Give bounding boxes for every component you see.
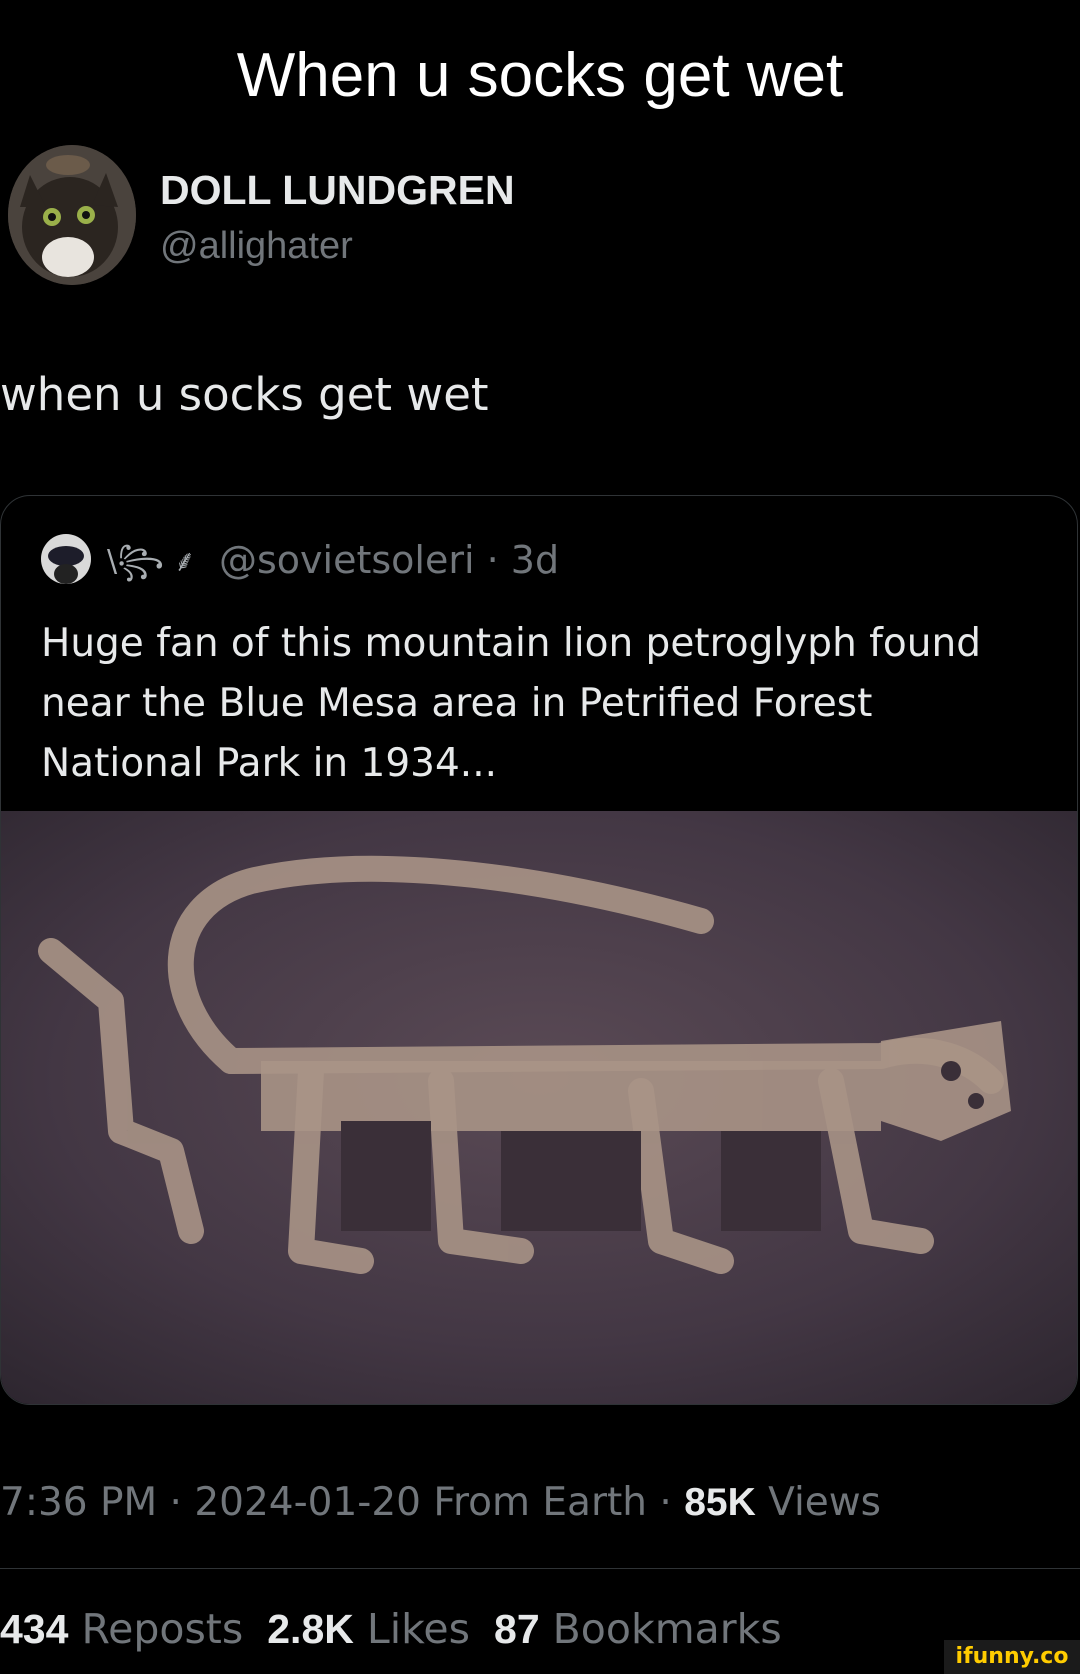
ifunny-watermark: ifunny.co bbox=[944, 1640, 1080, 1674]
time-date-source: 7:36 PM · 2024-01-20 From Earth · bbox=[0, 1480, 685, 1525]
handle-emoji-decoration: \꧂ ⸙ bbox=[107, 544, 197, 579]
views-count: 85K bbox=[684, 1481, 756, 1524]
author-display-name[interactable]: DOLL LUNDGREN bbox=[160, 167, 515, 214]
likes-count: 2.8K bbox=[267, 1606, 354, 1652]
petroglyph-photo[interactable] bbox=[1, 811, 1077, 1404]
bookmarks-label: Bookmarks bbox=[552, 1605, 782, 1653]
user-avatar-icon[interactable] bbox=[41, 534, 91, 584]
reposts-count: 434 bbox=[0, 1606, 69, 1652]
divider bbox=[0, 1568, 1080, 1569]
likes-label: Likes bbox=[366, 1605, 471, 1653]
reposts-label: Reposts bbox=[81, 1605, 244, 1653]
quoted-text-line: Huge fan of this mountain lion petroglyp… bbox=[41, 621, 981, 666]
quoted-tweet-text: Huge fan of this mountain lion petroglyp… bbox=[41, 614, 1041, 794]
tweet-author: DOLL LUNDGREN @allighater bbox=[0, 145, 1080, 285]
engagement-stats: 434 Reposts 2.8K Likes 87 Bookmarks bbox=[0, 1605, 782, 1653]
likes-stat[interactable]: 2.8K Likes bbox=[267, 1605, 470, 1653]
quoted-text-line: National Park in 1934... bbox=[41, 741, 497, 786]
tweet-text: when u socks get wet bbox=[0, 368, 489, 421]
bookmarks-stat[interactable]: 87 Bookmarks bbox=[494, 1605, 782, 1653]
quoted-handle-time[interactable]: @sovietsoleri · 3d bbox=[219, 538, 559, 582]
quoted-tweet-header: \꧂ ⸙ @sovietsoleri · 3d bbox=[41, 534, 1041, 584]
meme-caption: When u socks get wet bbox=[236, 41, 844, 110]
views-label: Views bbox=[755, 1480, 881, 1525]
quoted-text-line: near the Blue Mesa area in Petrified For… bbox=[41, 681, 873, 726]
reposts-stat[interactable]: 434 Reposts bbox=[0, 1605, 243, 1653]
tweet-meta: 7:36 PM · 2024-01-20 From Earth · 85K Vi… bbox=[0, 1480, 881, 1525]
author-handle[interactable]: @allighater bbox=[160, 225, 353, 268]
cat-avatar-icon[interactable] bbox=[8, 145, 136, 285]
bookmarks-count: 87 bbox=[494, 1606, 540, 1652]
quoted-tweet[interactable]: \꧂ ⸙ @sovietsoleri · 3d Huge fan of this… bbox=[0, 495, 1078, 1405]
